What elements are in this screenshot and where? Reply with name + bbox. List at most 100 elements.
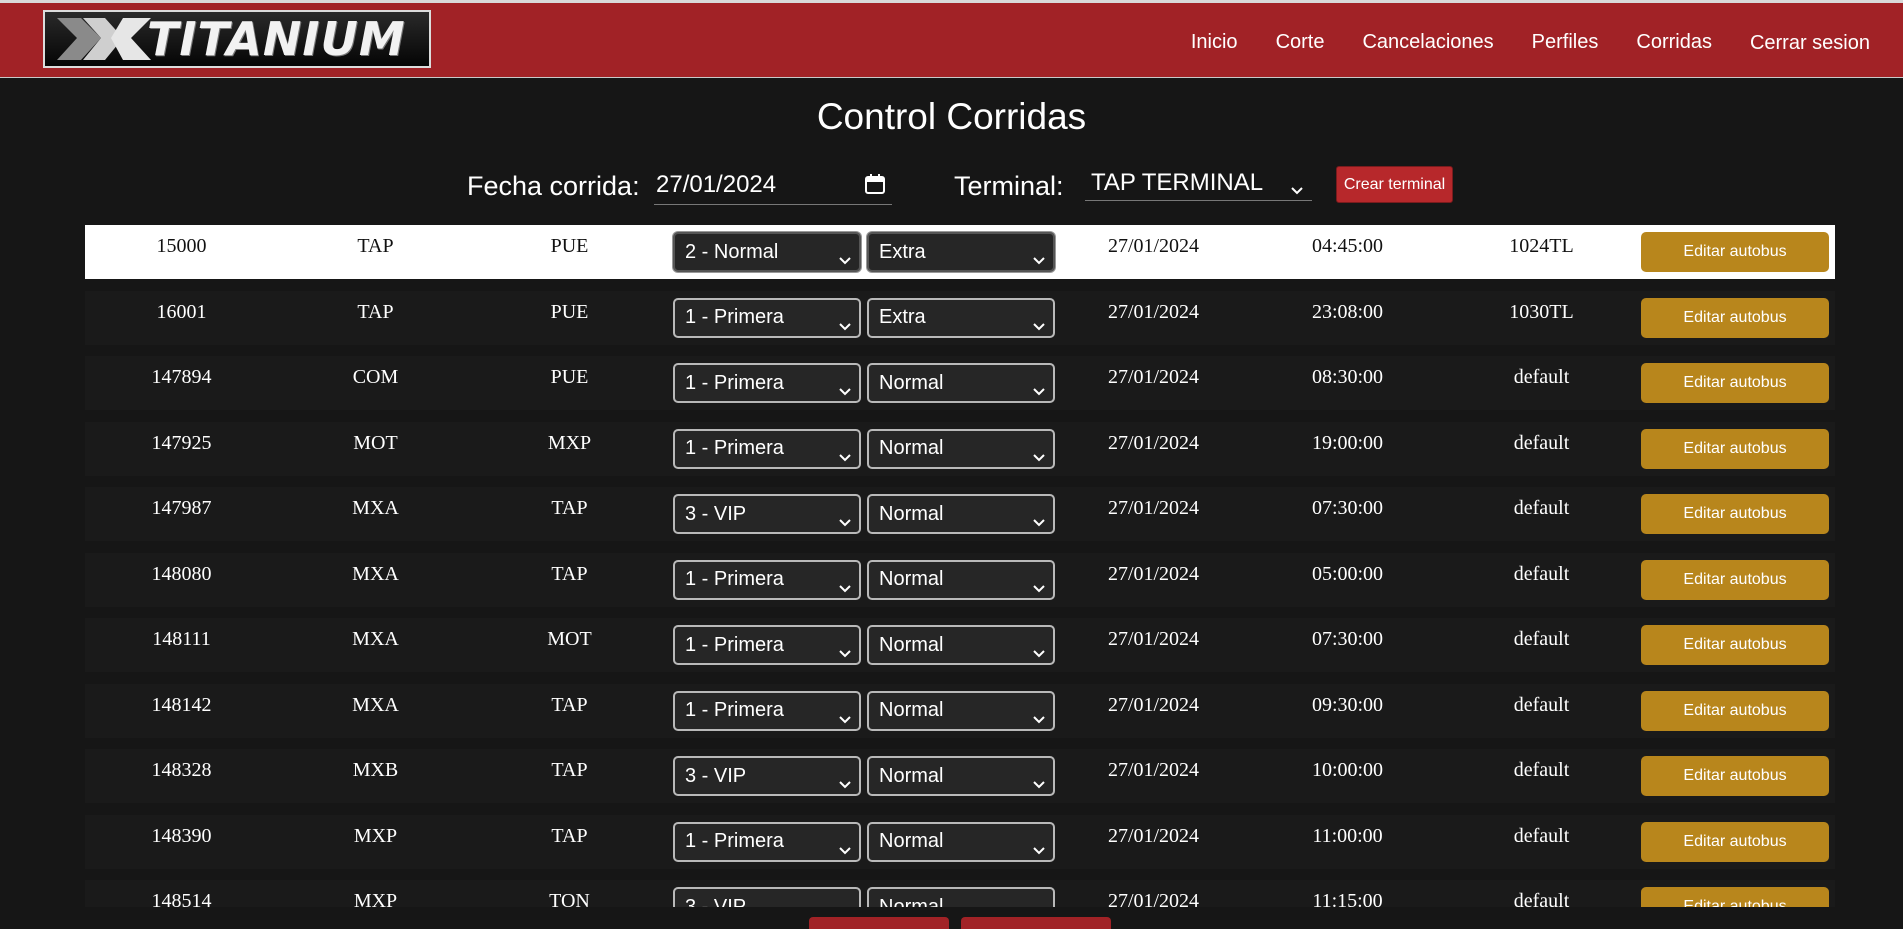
service-value: 3 - VIP — [685, 502, 747, 525]
cell-date: 27/01/2024 — [1107, 431, 1200, 454]
cell-origin: MXP — [353, 890, 398, 907]
nav-cancelaciones[interactable]: Cancelaciones — [1362, 31, 1493, 54]
chevron-down-icon — [1033, 314, 1045, 337]
filters-bar: Fecha corrida: 27/01/2024 Terminal: TAP … — [0, 165, 1903, 205]
cell-date: 27/01/2024 — [1107, 759, 1200, 781]
type-select[interactable]: Normal — [867, 756, 1055, 796]
table-row[interactable]: 15000 TAP PUE 27/01/2024 04:45:00 1024TL 2 - N… — [85, 225, 1835, 279]
cell-id: 148111 — [152, 628, 211, 650]
service-value: 1 - Primera — [685, 633, 784, 656]
service-select[interactable]: 1 - Primera — [673, 559, 861, 600]
editar-autobus-button[interactable]: Editar autobus — [1641, 756, 1829, 796]
table-row[interactable]: 147894 COM PUE 27/01/2024 08:30:00 default 1 -… — [85, 356, 1835, 410]
service-value: 1 - Primera — [685, 306, 784, 328]
nav-cerrar-sesion[interactable]: Cerrar sesion — [1750, 32, 1870, 55]
service-select[interactable]: 1 - Primera — [673, 821, 861, 862]
date-input[interactable]: 27/01/2024 — [654, 165, 892, 205]
type-select[interactable]: Normal — [867, 363, 1055, 403]
editar-autobus-button[interactable]: Editar autobus — [1641, 297, 1829, 338]
date-value: 27/01/2024 — [656, 170, 777, 198]
editar-autobus-button[interactable]: Editar autobus — [1641, 625, 1829, 665]
chevron-down-icon — [1033, 576, 1045, 599]
editar-autobus-button[interactable]: Editar autobus — [1641, 428, 1829, 469]
table-row[interactable]: 148111 MXA MOT 27/01/2024 07:30:00 default 1 -… — [85, 618, 1835, 672]
calendar-icon[interactable] — [864, 173, 886, 202]
service-value: 3 - VIP — [685, 764, 747, 787]
type-select[interactable]: Normal — [867, 690, 1055, 731]
table-row[interactable]: 148514 MXP TON 27/01/2024 11:15:00 default 3 -… — [85, 880, 1835, 907]
cell-id: 147894 — [151, 366, 212, 388]
cell-time: 10:00:00 — [1311, 759, 1384, 781]
table-row[interactable]: 147987 MXA TAP 27/01/2024 07:30:00 default 3 -… — [85, 487, 1835, 541]
cell-bus: default — [1513, 824, 1570, 847]
cell-time: 07:30:00 — [1311, 497, 1384, 519]
cell-time: 08:30:00 — [1311, 366, 1384, 388]
cell-date: 27/01/2024 — [1107, 824, 1200, 847]
type-select[interactable]: Normal — [867, 494, 1055, 534]
table-row[interactable]: 148142 MXA TAP 27/01/2024 09:30:00 default 1 -… — [85, 683, 1835, 738]
table-row[interactable]: 148390 MXP TAP 27/01/2024 11:00:00 default 1 -… — [85, 814, 1835, 869]
editar-autobus-button[interactable]: Editar autobus — [1641, 821, 1829, 862]
table-row[interactable]: 148328 MXB TAP 27/01/2024 10:00:00 default 3 -… — [85, 749, 1835, 803]
terminal-select[interactable]: TAP TERMINAL — [1085, 165, 1312, 201]
service-value: 1 - Primera — [685, 437, 784, 459]
service-select[interactable]: 1 - Primera — [673, 363, 861, 403]
chevron-down-icon — [839, 379, 851, 402]
cell-id: 147925 — [151, 431, 212, 454]
editar-autobus-button[interactable]: Editar autobus — [1641, 887, 1829, 907]
table-row[interactable]: 16001 TAP PUE 27/01/2024 23:08:00 1030TL 1 - P… — [85, 290, 1835, 345]
type-select[interactable]: Extra — [867, 297, 1055, 338]
service-select[interactable]: 3 - VIP — [673, 494, 861, 534]
type-select[interactable]: Normal — [867, 559, 1055, 600]
nav-corridas[interactable]: Corridas — [1636, 31, 1712, 54]
service-select[interactable]: 1 - Primera — [673, 625, 861, 665]
table-row[interactable]: 148080 MXA TAP 27/01/2024 05:00:00 default 1 -… — [85, 552, 1835, 607]
logo-text: TITANIUM — [147, 12, 406, 66]
type-select[interactable]: Normal — [867, 821, 1055, 862]
type-select[interactable]: Extra — [867, 232, 1055, 272]
nav-inicio[interactable]: Inicio — [1191, 31, 1238, 54]
service-select[interactable]: 1 - Primera — [673, 428, 861, 469]
chevron-down-icon — [1033, 707, 1045, 730]
editar-autobus-button[interactable]: Editar autobus — [1641, 232, 1829, 272]
cell-origin: MXA — [352, 562, 399, 585]
bottom-button-right[interactable] — [961, 917, 1111, 929]
terminal-label: Terminal: — [954, 171, 1064, 201]
service-select[interactable]: 1 - Primera — [673, 690, 861, 731]
nav-perfiles[interactable]: Perfiles — [1532, 31, 1599, 54]
editar-autobus-button[interactable]: Editar autobus — [1641, 494, 1829, 534]
bottom-button-left[interactable] — [809, 917, 949, 929]
editar-autobus-button[interactable]: Editar autobus — [1641, 690, 1829, 731]
nav-corte[interactable]: Corte — [1276, 31, 1325, 54]
table-row[interactable]: 147925 MOT MXP 27/01/2024 19:00:00 default 1 -… — [85, 421, 1835, 476]
cell-origin: MXA — [352, 497, 399, 519]
cell-time: 07:30:00 — [1311, 628, 1384, 650]
type-value: Normal — [879, 371, 944, 394]
type-select[interactable]: Normal — [867, 887, 1055, 907]
cell-date: 27/01/2024 — [1107, 366, 1200, 388]
cell-date: 27/01/2024 — [1107, 890, 1200, 907]
type-select[interactable]: Normal — [867, 428, 1055, 469]
chevron-down-icon — [839, 445, 851, 468]
service-select[interactable]: 2 - Normal — [673, 232, 861, 272]
cell-destination: PUE — [550, 366, 589, 388]
cell-destination: PUE — [550, 300, 589, 323]
cell-bus: default — [1513, 759, 1570, 781]
service-select[interactable]: 1 - Primera — [673, 297, 861, 338]
type-select[interactable]: Normal — [867, 625, 1055, 665]
cell-destination: TAP — [551, 497, 588, 519]
editar-autobus-button[interactable]: Editar autobus — [1641, 363, 1829, 403]
cell-id: 15000 — [156, 235, 207, 257]
cell-time: 04:45:00 — [1311, 235, 1384, 257]
chevron-down-icon — [839, 248, 851, 271]
cell-origin: MXB — [352, 759, 399, 781]
editar-autobus-button[interactable]: Editar autobus — [1641, 559, 1829, 600]
chevron-down-icon — [1033, 903, 1045, 907]
cell-date: 27/01/2024 — [1107, 628, 1200, 650]
service-select[interactable]: 3 - VIP — [673, 887, 861, 907]
crear-terminal-button[interactable]: Crear terminal — [1336, 166, 1453, 203]
service-select[interactable]: 3 - VIP — [673, 756, 861, 796]
titanium-logo[interactable]: TITANIUM — [43, 10, 431, 68]
cell-bus: default — [1513, 497, 1570, 519]
type-value: Normal — [879, 699, 944, 721]
